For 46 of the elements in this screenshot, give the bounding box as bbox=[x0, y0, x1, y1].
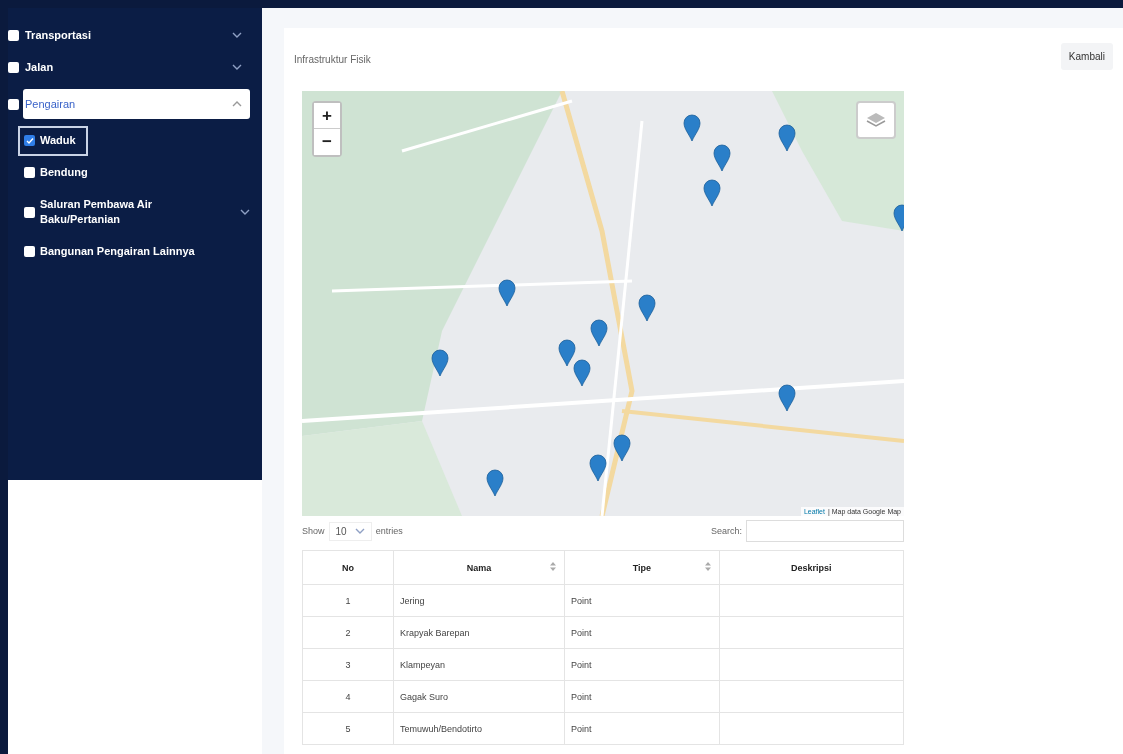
checkbox[interactable] bbox=[24, 246, 35, 258]
checkbox[interactable] bbox=[8, 29, 19, 41]
table-cell: Point bbox=[564, 712, 720, 745]
checkbox[interactable] bbox=[8, 98, 19, 110]
table-cell: 2 bbox=[302, 616, 394, 649]
table-cell: Krapyak Barepan bbox=[393, 616, 565, 649]
layers-icon bbox=[866, 112, 886, 128]
checkbox[interactable] bbox=[24, 135, 35, 147]
table-cell: Point bbox=[564, 616, 720, 649]
category-toggle[interactable]: Jalan bbox=[23, 61, 250, 73]
table-cell: Point bbox=[564, 648, 720, 681]
zoom-in-button[interactable]: + bbox=[314, 103, 340, 129]
category-toggle[interactable]: Pengairan bbox=[23, 89, 250, 119]
checkbox[interactable] bbox=[8, 61, 19, 73]
column-header[interactable]: Tipe bbox=[564, 550, 720, 585]
table-cell: Temuwuh/Bendotirto bbox=[393, 712, 565, 745]
layer-option[interactable]: Bendung bbox=[18, 158, 100, 188]
caret-icon bbox=[232, 32, 242, 38]
caret-icon bbox=[232, 64, 242, 70]
entries-label: entries bbox=[375, 526, 403, 536]
caret-icon bbox=[232, 101, 242, 107]
column-header: Deskripsi bbox=[719, 550, 904, 585]
show-label: Show bbox=[302, 526, 325, 536]
page-size-select[interactable]: 10 bbox=[328, 521, 372, 541]
table-cell: 1 bbox=[302, 584, 394, 617]
layer-option[interactable]: Waduk bbox=[18, 126, 88, 156]
table-cell: Gagak Suro bbox=[393, 680, 565, 713]
table-cell: Klampeyan bbox=[393, 648, 565, 681]
table-cell: 4 bbox=[302, 680, 394, 713]
search-label: Search: bbox=[710, 526, 742, 536]
checkbox[interactable] bbox=[24, 206, 35, 218]
column-header: No bbox=[302, 550, 394, 585]
layer-option[interactable]: Saluran Pembawa Air Baku/Pertanian bbox=[18, 190, 202, 235]
checkbox[interactable] bbox=[24, 167, 35, 179]
column-header[interactable]: Nama bbox=[393, 550, 565, 585]
table-cell: 3 bbox=[302, 648, 394, 681]
caret-icon bbox=[354, 528, 365, 534]
search-field[interactable] bbox=[746, 520, 904, 542]
layer-option[interactable]: Bangunan Pengairan Lainnya bbox=[18, 237, 207, 267]
table-cell: Point bbox=[564, 680, 720, 713]
page-title: Infrastruktur Fisik bbox=[294, 54, 371, 65]
table-cell: Point bbox=[564, 584, 720, 617]
category-toggle[interactable]: Transportasi bbox=[23, 29, 250, 41]
table-cell: 5 bbox=[302, 712, 394, 745]
table-cell: Jering bbox=[393, 584, 565, 617]
back-button[interactable]: Kambali bbox=[1060, 42, 1113, 70]
